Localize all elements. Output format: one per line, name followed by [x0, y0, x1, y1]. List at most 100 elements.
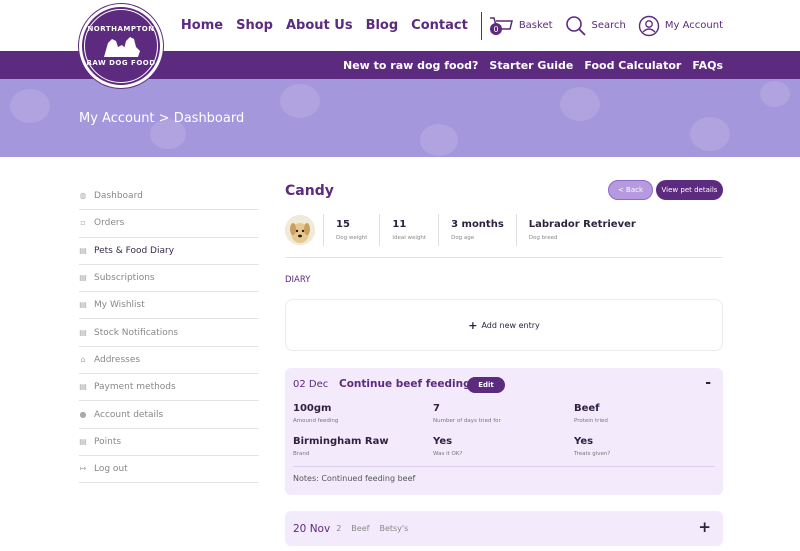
dog-photo-icon: [285, 215, 315, 245]
back-button[interactable]: < Back: [608, 180, 653, 200]
field-value: Yes: [574, 436, 594, 447]
diary-icon: ▤: [79, 245, 87, 255]
main-nav: Home Shop About Us Blog Contact 0 Basket…: [181, 0, 800, 51]
account-link[interactable]: My Account: [638, 15, 723, 37]
stat-value: 15: [336, 219, 350, 230]
nav-blog[interactable]: Blog: [366, 18, 399, 33]
paw-pattern-decoration: [10, 89, 50, 123]
sidebar-item-orders[interactable]: ▫ Orders: [79, 210, 259, 238]
entry-divider: [293, 466, 715, 467]
search-link[interactable]: Search: [565, 15, 626, 37]
logout-icon: ↦: [79, 464, 87, 474]
sidebar-item-label: Points: [94, 436, 122, 447]
paw-pattern-decoration: [560, 87, 600, 121]
sidebar-item-pets-food-diary[interactable]: ▤ Pets & Food Diary: [79, 238, 259, 265]
sidebar-item-label: Stock Notifications: [94, 327, 179, 338]
site-header: NORTHAMPTON RAW DOG FOOD Home Shop About…: [0, 0, 800, 88]
dashboard-icon: ◍: [79, 191, 87, 201]
subnav-new-to-raw[interactable]: New to raw dog food?: [343, 59, 478, 72]
sidebar-item-label: Dashboard: [94, 191, 143, 202]
nav-home[interactable]: Home: [181, 18, 223, 33]
sidebar-item-addresses[interactable]: ⌂ Addresses: [79, 347, 259, 375]
sidebar-item-payment-methods[interactable]: ▤ Payment methods: [79, 374, 259, 402]
field-treats-given: Yes Treats given?: [574, 436, 610, 457]
entry-brand: Betsy's: [379, 524, 409, 533]
field-label: Number of days tried for: [433, 418, 501, 424]
field-label: Brand: [293, 451, 310, 457]
entry-notes: Notes: Continued feeding beef: [293, 474, 416, 483]
basket-icon: 0: [489, 16, 513, 35]
search-icon: [565, 15, 586, 36]
subscriptions-icon: ▤: [79, 273, 87, 283]
collapse-toggle[interactable]: -: [705, 375, 711, 391]
logo-badge: NORTHAMPTON RAW DOG FOOD: [84, 9, 158, 83]
add-new-entry-button[interactable]: + Add new entry: [285, 299, 723, 351]
pet-name: Candy: [285, 183, 334, 199]
diary-entry: 02 Dec Continue beef feeding Edit - 100g…: [285, 368, 723, 495]
field-amount-feeding: 100gm Amound feeding: [293, 403, 338, 424]
field-value: 100gm: [293, 403, 332, 414]
basket-label: Basket: [518, 20, 553, 31]
wishlist-icon: ▤: [79, 300, 87, 310]
entry-protein: Beef: [351, 524, 370, 533]
sidebar-item-label: Account details: [94, 409, 164, 420]
points-icon: ▤: [79, 436, 87, 446]
paw-pattern-decoration: [280, 84, 320, 118]
divider: [285, 257, 723, 258]
stat-ideal-weight: 11 Ideal weight: [379, 214, 438, 246]
edit-button[interactable]: Edit: [467, 377, 505, 393]
subnav-food-calculator[interactable]: Food Calculator: [584, 59, 681, 72]
sidebar-item-log-out[interactable]: ↦ Log out: [79, 456, 259, 484]
subnav-starter-guide[interactable]: Starter Guide: [489, 59, 573, 72]
sidebar-item-label: My Wishlist: [94, 300, 145, 311]
subnav-faqs[interactable]: FAQs: [692, 59, 723, 72]
stat-label: Ideal weight: [392, 235, 427, 241]
diary-entry-collapsed[interactable]: 20 Nov 2 Beef Betsy's +: [285, 511, 723, 546]
dogs-icon: [104, 37, 140, 57]
basket-link[interactable]: 0 Basket: [488, 16, 553, 36]
sidebar-item-label: Payment methods: [94, 382, 176, 393]
diary-heading: DIARY: [285, 275, 311, 285]
user-icon: ●: [79, 409, 87, 419]
orders-icon: ▫: [80, 218, 86, 228]
entry-date: 20 Nov: [293, 522, 331, 535]
plus-icon: +: [468, 318, 478, 332]
stat-label: Dog weight: [336, 235, 368, 241]
site-logo[interactable]: NORTHAMPTON RAW DOG FOOD: [79, 4, 163, 88]
nav-shop[interactable]: Shop: [236, 18, 273, 33]
field-label: Was it OK?: [433, 451, 463, 457]
search-label: Search: [591, 20, 626, 31]
account-label: My Account: [664, 20, 723, 31]
entry-date: 02 Dec: [293, 379, 329, 390]
notifications-icon: ▤: [79, 327, 87, 337]
entry-title: Continue beef feeding: [339, 378, 471, 390]
stat-value: Labrador Retriever: [528, 219, 636, 230]
sidebar-item-label: Orders: [94, 218, 125, 229]
paw-pattern-decoration: [420, 124, 458, 156]
basket-count: 0: [493, 25, 498, 34]
sidebar-item-points[interactable]: ▤ Points: [79, 429, 259, 456]
field-brand: Birmingham Raw Brand: [293, 436, 389, 457]
stat-dog-breed: Labrador Retriever Dog breed: [515, 214, 648, 246]
view-pet-details-button[interactable]: View pet details: [656, 180, 723, 200]
breadcrumb: My Account > Dashboard: [79, 111, 245, 126]
sidebar-item-stock-notifications[interactable]: ▤ Stock Notifications: [79, 319, 259, 347]
expand-toggle[interactable]: +: [698, 518, 711, 536]
sidebar-item-subscriptions[interactable]: ▤ Subscriptions: [79, 265, 259, 293]
sidebar-item-label: Subscriptions: [94, 273, 155, 284]
entry-days: 2: [336, 524, 342, 533]
field-value: Yes: [433, 436, 453, 447]
field-label: Protein tried: [574, 418, 608, 424]
sidebar-item-label: Log out: [94, 464, 128, 475]
stat-value: 11: [392, 219, 407, 230]
field-protein-tried: Beef Protein tried: [574, 403, 608, 424]
sidebar-item-dashboard[interactable]: ◍ Dashboard: [79, 183, 259, 211]
pet-stats: 15 Dog weight 11 Ideal weight 3 months D…: [285, 212, 723, 248]
nav-about-us[interactable]: About Us: [286, 18, 353, 33]
home-icon: ⌂: [80, 354, 86, 364]
nav-contact[interactable]: Contact: [411, 18, 468, 33]
add-entry-label: Add new entry: [481, 320, 540, 330]
sidebar-item-account-details[interactable]: ● Account details: [79, 401, 259, 429]
sidebar-item-wishlist[interactable]: ▤ My Wishlist: [79, 292, 259, 320]
stat-dog-weight: 15 Dog weight: [323, 214, 379, 246]
